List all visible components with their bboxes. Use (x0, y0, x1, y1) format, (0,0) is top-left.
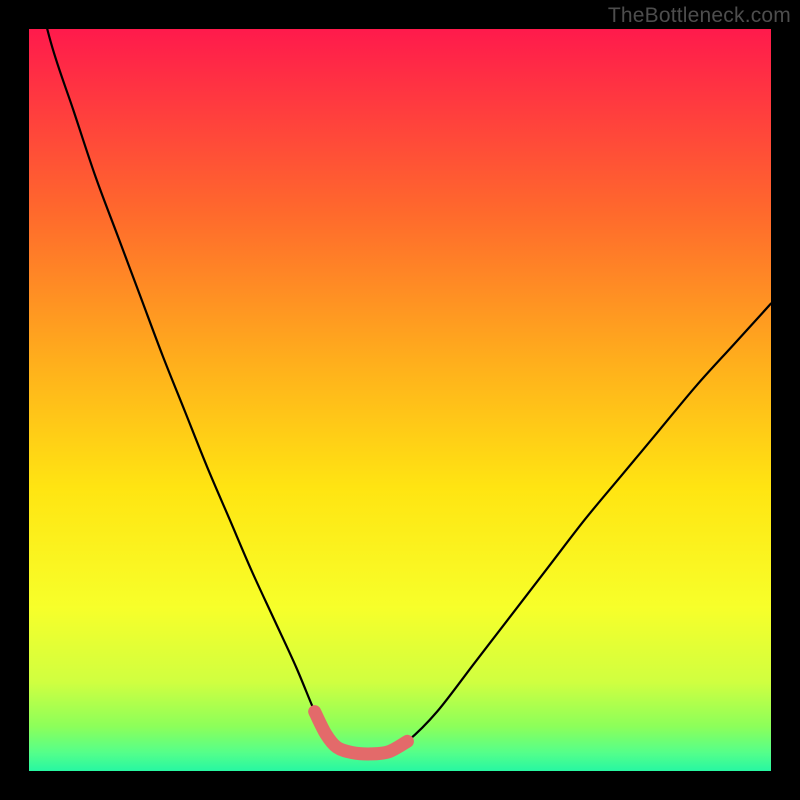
chart-svg (29, 29, 771, 771)
gradient-bg (29, 29, 771, 771)
plot-area (29, 29, 771, 771)
watermark-text: TheBottleneck.com (608, 4, 791, 28)
chart-frame: TheBottleneck.com (0, 0, 800, 800)
